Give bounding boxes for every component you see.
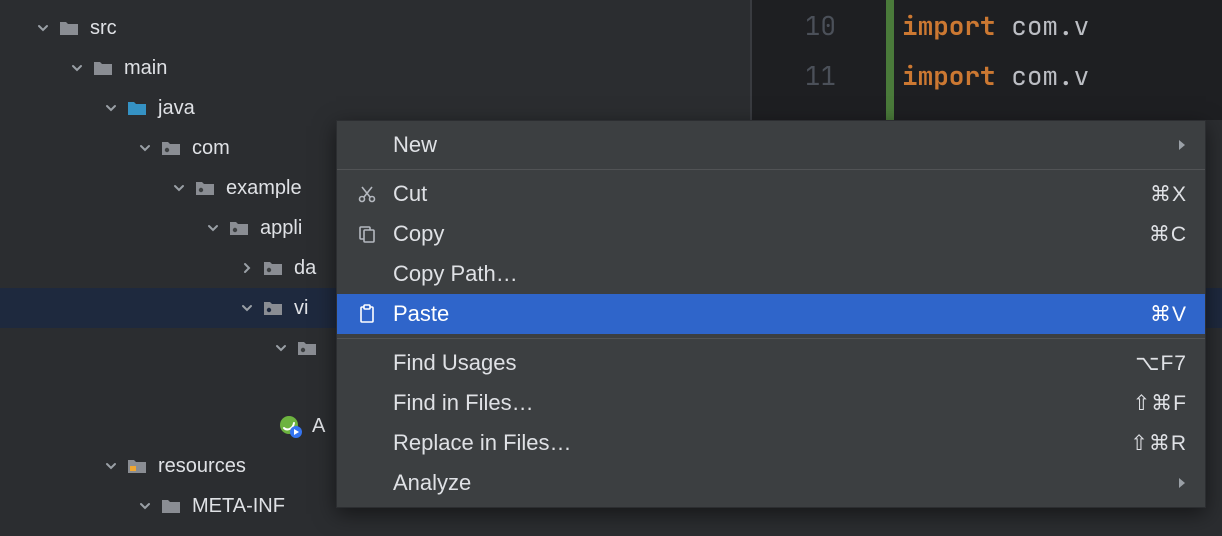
code-text: import com.v [862, 8, 1089, 43]
blank-icon [355, 262, 379, 286]
tree-label: META-INF [192, 495, 285, 518]
chevron-down-icon[interactable] [136, 497, 154, 515]
spring-run-icon [278, 414, 302, 438]
blank-icon [355, 431, 379, 455]
submenu-arrow-icon [1173, 139, 1187, 151]
menu-label: New [393, 132, 1173, 158]
menu-item-paste[interactable]: Paste ⌘V [337, 294, 1205, 334]
copy-icon [355, 222, 379, 246]
blank-icon [355, 471, 379, 495]
menu-label: Copy [393, 221, 1149, 247]
package-folder-icon [194, 178, 216, 198]
tree-label: vi [294, 297, 308, 320]
menu-item-analyze[interactable]: Analyze [337, 463, 1205, 503]
menu-label: Replace in Files… [393, 430, 1130, 456]
package-folder-icon [160, 138, 182, 158]
blank-icon [355, 391, 379, 415]
menu-item-new[interactable]: New [337, 125, 1205, 165]
source-folder-icon [126, 98, 148, 118]
chevron-down-icon[interactable] [136, 139, 154, 157]
chevron-down-icon[interactable] [272, 339, 290, 357]
menu-shortcut: ⇧⌘F [1133, 391, 1187, 416]
chevron-down-icon[interactable] [238, 299, 256, 317]
menu-shortcut: ⌥F7 [1135, 351, 1187, 376]
menu-item-find-usages[interactable]: Find Usages ⌥F7 [337, 343, 1205, 383]
submenu-arrow-icon [1173, 477, 1187, 489]
vcs-gutter-stripe [886, 0, 894, 120]
blank-icon [355, 351, 379, 375]
menu-shortcut: ⇧⌘R [1130, 431, 1187, 456]
chevron-down-icon[interactable] [34, 19, 52, 37]
tree-label: resources [158, 455, 246, 478]
editor-line[interactable]: 11 import com.v [752, 50, 1222, 100]
menu-shortcut: ⌘V [1150, 302, 1187, 327]
chevron-down-icon[interactable] [204, 219, 222, 237]
context-menu: New Cut ⌘X Copy ⌘C Copy Path… [336, 120, 1206, 508]
menu-item-copy[interactable]: Copy ⌘C [337, 214, 1205, 254]
folder-icon [58, 18, 80, 38]
chevron-down-icon[interactable] [102, 457, 120, 475]
resources-folder-icon [126, 456, 148, 476]
blank-icon [355, 133, 379, 157]
folder-icon [92, 58, 114, 78]
menu-item-copy-path[interactable]: Copy Path… [337, 254, 1205, 294]
tree-label: A [312, 415, 325, 438]
tree-label: da [294, 257, 316, 280]
menu-separator [337, 169, 1205, 170]
menu-item-find-in-files[interactable]: Find in Files… ⇧⌘F [337, 383, 1205, 423]
menu-label: Analyze [393, 470, 1173, 496]
cut-icon [355, 182, 379, 206]
package-folder-icon [262, 298, 284, 318]
tree-label: main [124, 57, 167, 80]
menu-item-replace-in-files[interactable]: Replace in Files… ⇧⌘R [337, 423, 1205, 463]
menu-label: Find in Files… [393, 390, 1133, 416]
package-folder-icon [228, 218, 250, 238]
chevron-down-icon[interactable] [102, 99, 120, 117]
menu-label: Paste [393, 301, 1150, 327]
menu-label: Copy Path… [393, 261, 1187, 287]
folder-icon [160, 496, 182, 516]
menu-item-cut[interactable]: Cut ⌘X [337, 174, 1205, 214]
tree-label: java [158, 97, 195, 120]
chevron-down-icon[interactable] [170, 179, 188, 197]
chevron-down-icon[interactable] [68, 59, 86, 77]
package-folder-icon [296, 338, 318, 358]
package-folder-icon [262, 258, 284, 278]
line-number: 11 [752, 58, 862, 93]
line-number: 10 [752, 8, 862, 43]
code-text: import com.v [862, 58, 1089, 93]
editor-line[interactable]: 10 import com.v [752, 0, 1222, 50]
menu-shortcut: ⌘X [1150, 182, 1187, 207]
tree-label: example [226, 177, 302, 200]
tree-label: com [192, 137, 230, 160]
tree-label: appli [260, 217, 302, 240]
menu-shortcut: ⌘C [1149, 222, 1187, 247]
tree-label: src [90, 17, 117, 40]
paste-icon [355, 302, 379, 326]
editor-pane: 10 import com.v 11 import com.v [750, 0, 1222, 120]
menu-label: Find Usages [393, 350, 1135, 376]
chevron-right-icon[interactable] [238, 259, 256, 277]
menu-label: Cut [393, 181, 1150, 207]
menu-separator [337, 338, 1205, 339]
